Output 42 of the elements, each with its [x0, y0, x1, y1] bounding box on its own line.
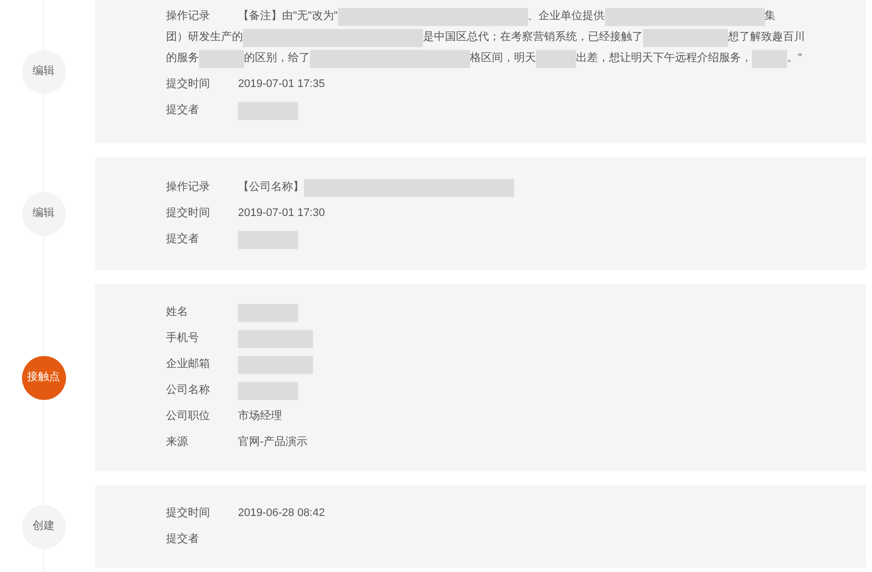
field-label: 来源	[166, 435, 189, 450]
field-label: 企业邮箱	[166, 357, 211, 372]
field-value: 市场经理	[238, 408, 282, 424]
field-label: 提交时间	[166, 76, 211, 92]
field-label: 公司职位	[166, 409, 211, 424]
field-label: 提交者	[166, 102, 200, 118]
note-text: 集	[764, 9, 776, 24]
note-text: 是中国区总代；在考察营销系统，已经接触了	[423, 30, 643, 46]
note-text: 的区别，给了	[244, 51, 310, 66]
timeline-node: 编辑	[22, 50, 66, 94]
note-text: 、企业单位提供	[528, 9, 605, 24]
note-text: 格区间，明天	[470, 51, 536, 66]
field-value: 2019-07-01 17:35	[238, 77, 325, 92]
field-label: 提交时间	[166, 206, 211, 222]
redaction-bar	[199, 50, 244, 68]
field-value: 2019-06-28 08:42	[238, 506, 325, 522]
redaction-bar	[238, 230, 298, 248]
field-label: 操作记录	[166, 9, 211, 24]
field-label: 手机号	[166, 331, 200, 346]
note-text: 。"	[787, 51, 802, 66]
field-value: 【公司名称】	[238, 180, 304, 196]
redaction-bar	[238, 304, 298, 322]
timeline-node: 创建	[22, 504, 66, 548]
timeline-node: 接触点	[22, 356, 66, 400]
note-text: 【备注】由"无"改为"	[238, 8, 338, 24]
field-label: 姓名	[166, 305, 189, 320]
note-text: 的服务	[166, 51, 199, 66]
field-label: 操作记录	[166, 180, 211, 196]
timeline-node: 编辑	[22, 192, 66, 236]
field-label: 公司名称	[166, 383, 211, 398]
field-value: 官网-产品演示	[238, 434, 308, 450]
note-text: 出差，想让明天下午远程介绍服务，	[576, 50, 752, 66]
field-label: 提交时间	[166, 506, 211, 522]
field-value: 2019-07-01 17:30	[238, 206, 325, 222]
note-text: 团）研发生产的	[166, 30, 243, 46]
redaction-bar	[238, 382, 298, 400]
redaction-bar	[752, 50, 787, 68]
field-label: 提交者	[166, 532, 200, 548]
note-text: 想了解致趣百川	[728, 30, 805, 46]
redaction-bar	[238, 102, 298, 120]
field-label: 提交者	[166, 232, 200, 248]
redaction-bar	[536, 50, 576, 68]
